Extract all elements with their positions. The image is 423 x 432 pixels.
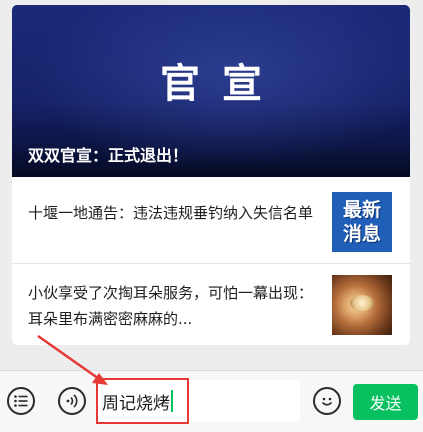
news-item-title: 十堰一地通告：违法违规垂钓纳入失信名单 xyxy=(28,204,314,222)
emoji-icon-glyph xyxy=(321,397,333,406)
thumbnail-text: 最新 xyxy=(342,199,381,221)
emoji-icon[interactable] xyxy=(313,387,341,415)
thumbnail-text: 消息 xyxy=(342,223,381,245)
banner-title: 官宣 xyxy=(160,60,284,107)
message-input-bar: 周记烧烤 发送 xyxy=(0,370,423,432)
news-item[interactable]: 十堰一地通告：违法违规垂钓纳入失信名单 最新 消息 xyxy=(12,178,410,264)
banner-caption: 双双官宣：正式退出！ xyxy=(28,146,189,165)
news-thumbnail-photo xyxy=(332,275,392,335)
annotation-highlight-box xyxy=(96,378,189,424)
news-thumbnail: 最新 消息 xyxy=(332,192,392,252)
news-item-title: 小伙享受了次掏耳朵服务，可怕一幕出现：耳朵里布满密密麻麻的... xyxy=(28,284,314,328)
list-icon[interactable] xyxy=(7,387,35,415)
article-card[interactable]: 官宣 双双官宣：正式退出！ 十堰一地通告：违法违规垂钓纳入失信名单 最新 消息 … xyxy=(12,5,410,345)
voice-icon-glyph xyxy=(66,394,78,408)
photo-detail xyxy=(350,295,374,311)
news-item[interactable]: 小伙享受了次掏耳朵服务，可怕一幕出现：耳朵里布满密密麻麻的... xyxy=(12,263,410,345)
list-icon-glyph xyxy=(14,395,28,407)
voice-icon[interactable] xyxy=(58,387,86,415)
send-button[interactable]: 发送 xyxy=(353,384,418,420)
article-banner[interactable]: 官宣 双双官宣：正式退出！ xyxy=(12,5,410,177)
